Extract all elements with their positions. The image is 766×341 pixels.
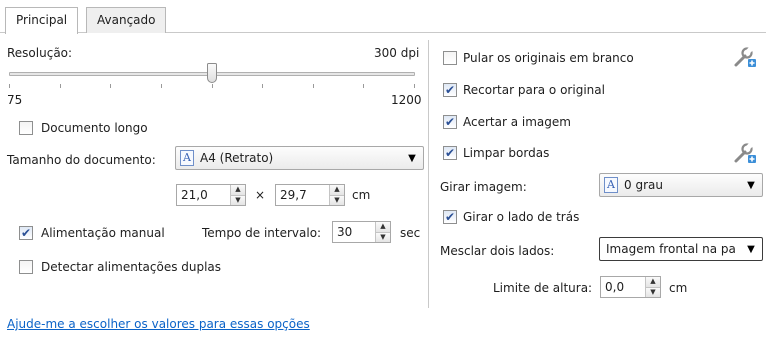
document-icon: A	[180, 150, 194, 166]
slider-tick	[60, 84, 61, 88]
resolution-slider[interactable]	[9, 63, 415, 89]
slider-tick	[9, 84, 10, 88]
girar-tras-checkbox[interactable]: ✔	[443, 210, 457, 224]
slider-tick	[161, 84, 162, 88]
height-spinbox[interactable]: 29,7 ▲ ▼	[275, 184, 345, 206]
resolution-max-label: 1200	[391, 93, 422, 107]
tempo-label: Tempo de intervalo:	[202, 226, 322, 240]
spin-down-icon[interactable]: ▼	[330, 194, 344, 205]
tempo-spinbox[interactable]: 30 ▲ ▼	[332, 221, 391, 243]
tab-avancado[interactable]: Avançado	[86, 7, 167, 33]
help-link[interactable]: Ajude-me a escolher os valores para essa…	[7, 317, 310, 331]
width-value: 21,0	[181, 188, 208, 202]
limpar-checkbox[interactable]: ✔	[443, 146, 457, 160]
document-icon: A	[604, 177, 618, 193]
girar-value: 0 grau	[624, 178, 663, 192]
dimensions-unit: cm	[352, 188, 371, 202]
pular-checkbox[interactable]	[443, 51, 457, 65]
slider-tick	[414, 84, 415, 88]
chevron-down-icon: ▼	[747, 243, 755, 255]
resolution-min-label: 75	[7, 93, 23, 107]
acertar-checkbox[interactable]: ✔	[443, 115, 457, 129]
limite-unit: cm	[669, 281, 688, 295]
spin-up-icon[interactable]: ▲	[330, 185, 344, 195]
mesclar-dropdown[interactable]: Imagem frontal na pa ▼	[599, 237, 763, 261]
wrench-settings-icon[interactable]	[733, 140, 757, 164]
spin-up-icon[interactable]: ▲	[646, 277, 660, 287]
tamanho-dropdown[interactable]: A A4 (Retrato) ▼	[175, 146, 424, 170]
mesclar-value: Imagem frontal na pa	[606, 242, 736, 256]
alimentacao-manual-checkbox[interactable]: ✔	[19, 226, 33, 240]
recortar-label: Recortar para o original	[463, 83, 605, 97]
girar-tras-label: Girar o lado de trás	[463, 210, 580, 224]
documento-longo-checkbox[interactable]	[19, 121, 33, 135]
mesclar-label: Mesclar dois lados:	[440, 244, 555, 258]
tab-strip: Principal Avançado	[0, 0, 766, 34]
tamanho-value: A4 (Retrato)	[200, 151, 274, 165]
tamanho-label: Tamanho do documento:	[7, 153, 156, 167]
height-value: 29,7	[280, 188, 307, 202]
tempo-unit: sec	[400, 226, 421, 240]
recortar-checkbox[interactable]: ✔	[443, 83, 457, 97]
spin-up-icon[interactable]: ▲	[231, 185, 245, 195]
acertar-label: Acertar a imagem	[463, 115, 571, 129]
slider-tick	[363, 84, 364, 88]
limite-label: Limite de altura:	[493, 281, 593, 295]
documento-longo-label: Documento longo	[41, 121, 148, 135]
wrench-settings-icon[interactable]	[733, 44, 757, 68]
girar-dropdown[interactable]: A 0 grau ▼	[599, 173, 763, 197]
tab-principal[interactable]: Principal	[5, 7, 79, 34]
detectar-checkbox[interactable]	[19, 260, 33, 274]
spin-down-icon[interactable]: ▼	[231, 194, 245, 205]
width-spinbox[interactable]: 21,0 ▲ ▼	[176, 184, 246, 206]
limite-value: 0,0	[605, 280, 625, 294]
times-sign: ×	[255, 188, 266, 202]
detectar-label: Detectar alimentações duplas	[41, 260, 222, 274]
slider-tick	[212, 84, 213, 88]
resolution-value: 300 dpi	[374, 46, 420, 60]
slider-tick	[110, 84, 111, 88]
spin-down-icon[interactable]: ▼	[646, 286, 660, 297]
limpar-label: Limpar bordas	[463, 146, 550, 160]
chevron-down-icon: ▼	[747, 179, 755, 191]
slider-thumb[interactable]	[207, 63, 217, 83]
slider-tick	[262, 84, 263, 88]
spin-down-icon[interactable]: ▼	[376, 231, 390, 242]
slider-tick	[313, 84, 314, 88]
resolution-label: Resolução:	[7, 46, 73, 60]
panel-separator	[428, 40, 429, 308]
chevron-down-icon: ▼	[408, 152, 416, 164]
spin-up-icon[interactable]: ▲	[376, 222, 390, 232]
tempo-value: 30	[337, 225, 353, 239]
limite-spinbox[interactable]: 0,0 ▲ ▼	[600, 276, 661, 298]
alimentacao-manual-label: Alimentação manual	[41, 226, 165, 240]
girar-label: Girar imagem:	[440, 180, 527, 194]
pular-label: Pular os originais em branco	[463, 51, 634, 65]
